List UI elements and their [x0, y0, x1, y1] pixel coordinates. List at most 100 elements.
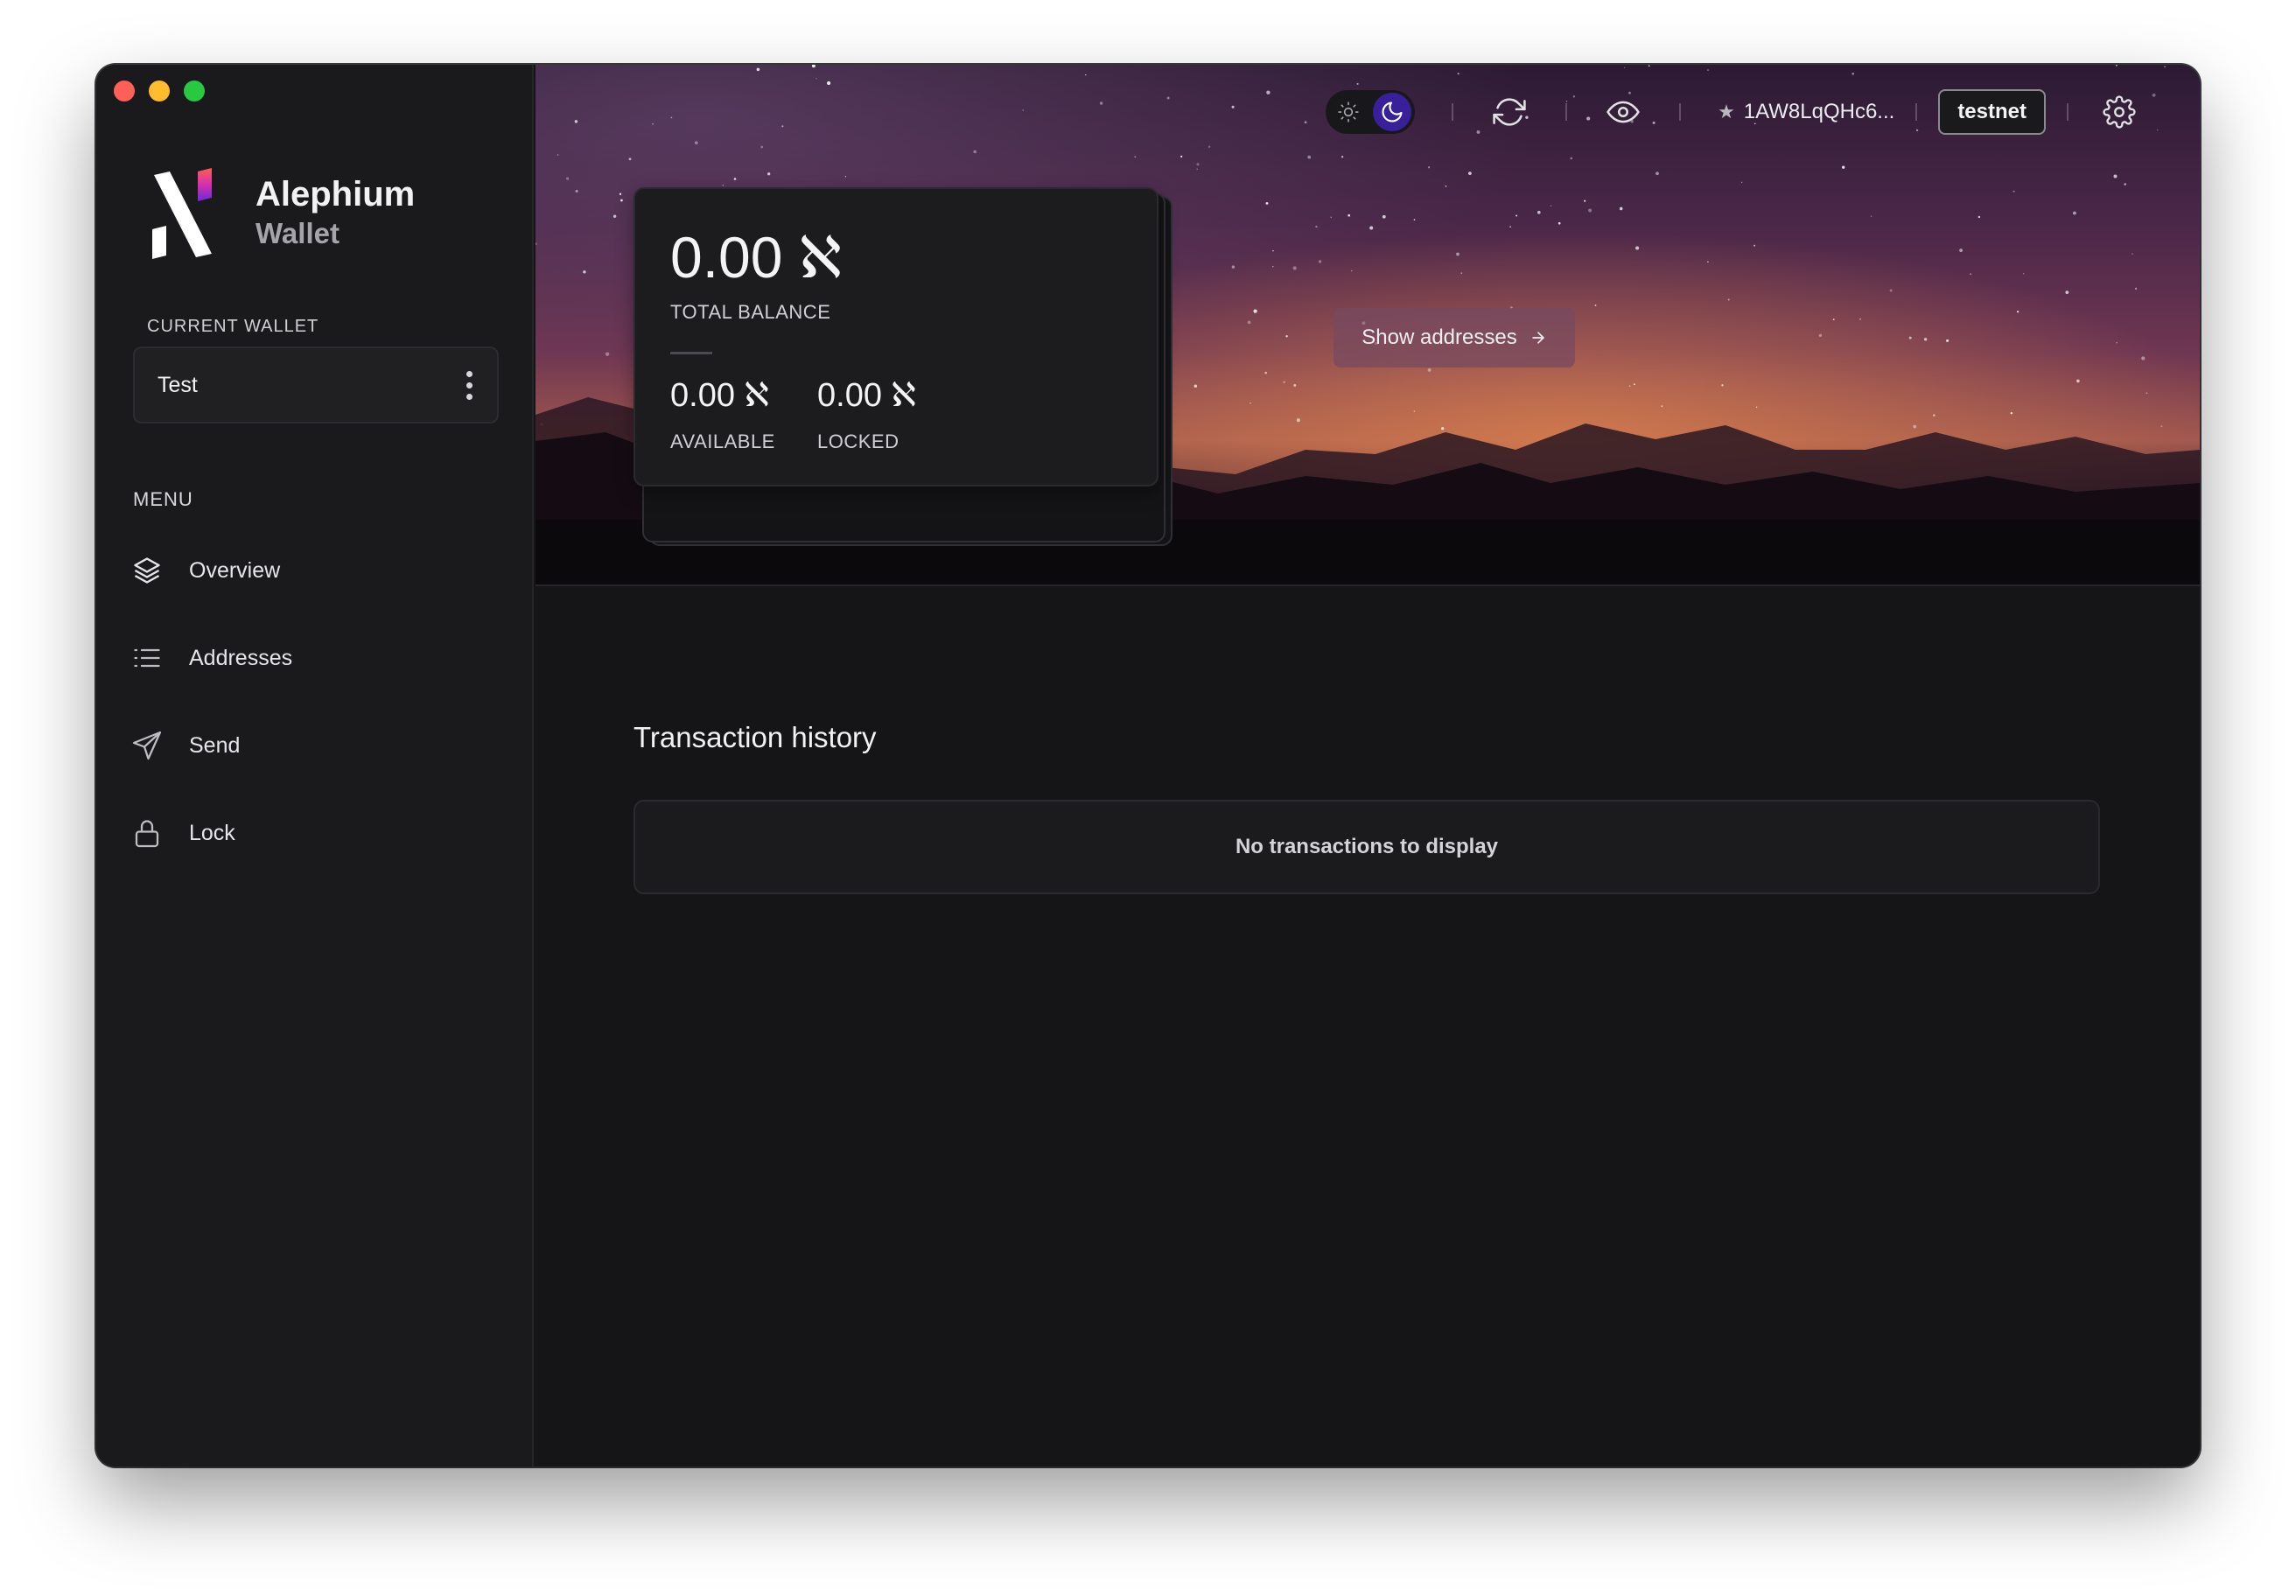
star — [1307, 155, 1312, 159]
refresh-icon[interactable] — [1490, 93, 1529, 131]
star — [1619, 206, 1623, 211]
sidebar-item-addresses[interactable]: Addresses — [131, 632, 292, 684]
star — [612, 214, 617, 218]
star — [556, 154, 559, 156]
menu-label: MENU — [133, 488, 193, 510]
star — [2076, 379, 2080, 383]
eye-icon[interactable] — [1604, 93, 1642, 131]
send-icon — [132, 731, 162, 760]
star — [1315, 225, 1318, 228]
star — [1707, 261, 1709, 262]
star — [1635, 246, 1640, 250]
star — [1889, 289, 1893, 292]
star — [1913, 424, 1917, 429]
star — [1536, 210, 1541, 214]
maximize-window-button[interactable] — [184, 80, 205, 102]
star — [2160, 425, 2163, 428]
star — [2146, 392, 2148, 395]
default-address: 1AW8LqQHc6... — [1743, 100, 1895, 123]
header-banner: ★ 1AW8LqQHc6... testnet 0.00 ℵ TOTAL BAL… — [536, 65, 2200, 586]
star — [1628, 385, 1631, 388]
minimize-window-button[interactable] — [149, 80, 170, 102]
star — [652, 123, 654, 125]
star — [1741, 181, 1743, 184]
star — [2022, 272, 2025, 275]
star — [781, 125, 784, 128]
star — [1022, 109, 1024, 111]
star — [1266, 90, 1270, 94]
star — [1296, 418, 1300, 423]
star — [1946, 339, 1950, 342]
network-badge[interactable]: testnet — [1938, 89, 2046, 135]
star — [2116, 341, 2118, 344]
star — [1351, 270, 1353, 272]
sidebar-item-label: Addresses — [189, 645, 293, 670]
star — [1413, 410, 1416, 412]
separator — [1915, 103, 1918, 121]
total-balance-value: 0.00 ℵ — [670, 226, 842, 289]
alph-symbol-icon: ℵ — [891, 377, 916, 414]
sidebar-item-label: Send — [189, 732, 241, 758]
star — [767, 172, 771, 176]
star — [1134, 156, 1137, 158]
star — [1852, 72, 1855, 75]
total-balance-amount: 0.00 — [670, 225, 783, 290]
current-wallet-label: CURRENT WALLET — [147, 317, 319, 336]
sidebar-item-lock[interactable]: Lock — [131, 807, 235, 859]
separator — [1679, 103, 1682, 121]
sidebar-item-label: Lock — [189, 820, 235, 845]
sun-icon[interactable] — [1333, 96, 1364, 128]
star — [1457, 72, 1460, 75]
lock-icon — [135, 820, 159, 848]
gear-icon[interactable] — [2100, 93, 2138, 131]
star — [1250, 402, 1251, 404]
brand-subtitle: Wallet — [256, 217, 340, 249]
available-balance-value: 0.00 ℵ — [670, 376, 769, 415]
star — [1413, 219, 1416, 220]
star — [619, 192, 622, 195]
star — [2113, 174, 2118, 178]
star — [1272, 249, 1274, 252]
star — [1340, 156, 1344, 158]
star — [1624, 66, 1626, 68]
list-icon — [134, 648, 160, 668]
star — [1978, 215, 1981, 219]
star — [1285, 335, 1288, 338]
sidebar-item-send[interactable]: Send — [131, 719, 240, 772]
star — [1180, 155, 1183, 158]
star — [1085, 74, 1087, 76]
default-address-badge[interactable]: ★ 1AW8LqQHc6... — [1718, 100, 1894, 124]
alephium-logo-icon — [152, 168, 212, 259]
sidebar-item-overview[interactable]: Overview — [131, 544, 280, 597]
star — [1253, 309, 1257, 313]
star — [1859, 318, 1861, 320]
close-window-button[interactable] — [114, 80, 135, 102]
wallet-selector[interactable]: Test — [133, 346, 499, 424]
window-controls — [114, 80, 205, 102]
star — [583, 270, 586, 274]
star — [1755, 406, 1758, 408]
star — [1194, 384, 1198, 388]
more-options-icon[interactable] — [466, 370, 472, 400]
star-icon: ★ — [1718, 101, 1735, 122]
star — [1721, 384, 1724, 387]
star — [574, 120, 578, 123]
star — [1661, 405, 1663, 408]
star — [1356, 82, 1359, 85]
star — [575, 189, 578, 193]
star — [1754, 244, 1756, 247]
locked-balance-value: 0.00 ℵ — [817, 376, 916, 415]
separator — [1452, 103, 1454, 121]
show-addresses-button[interactable]: Show addresses — [1334, 308, 1575, 368]
moon-icon[interactable] — [1373, 93, 1412, 131]
alph-symbol-icon: ℵ — [798, 225, 842, 290]
star — [1727, 298, 1730, 301]
total-balance-label: TOTAL BALANCE — [670, 301, 831, 323]
theme-toggle[interactable] — [1326, 90, 1416, 134]
app-window: Alephium Wallet CURRENT WALLET Test MENU… — [96, 65, 2200, 1466]
star — [1292, 266, 1297, 270]
star — [1382, 214, 1386, 219]
available-amount: 0.00 — [670, 377, 735, 414]
star — [1970, 273, 1972, 276]
separator — [2067, 103, 2068, 121]
